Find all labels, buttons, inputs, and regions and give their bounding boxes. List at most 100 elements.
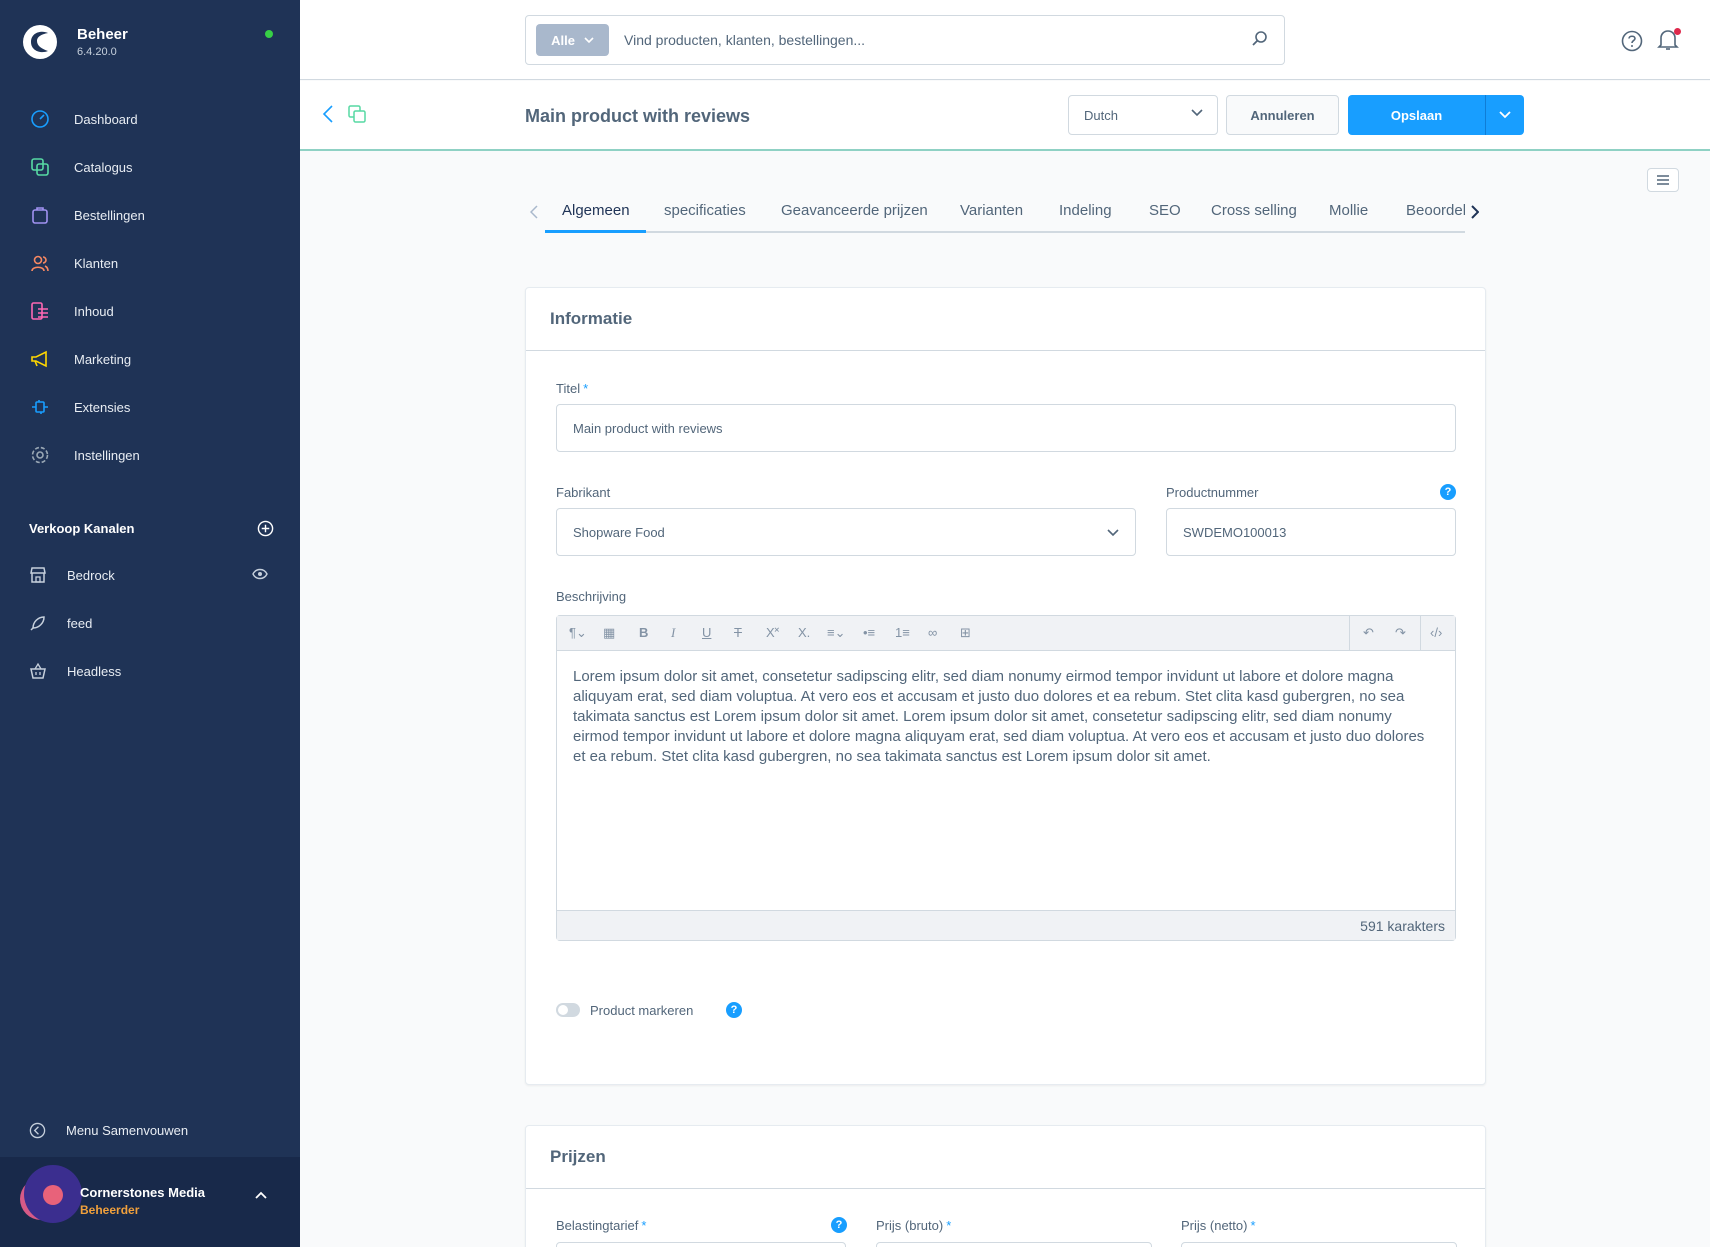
text-color-icon[interactable]: ▦ (603, 625, 615, 641)
sales-channels-list: Bedrock feed Headless (0, 551, 300, 695)
sidebar-channel-headless[interactable]: Headless (0, 647, 300, 695)
underline-icon[interactable]: U (702, 625, 711, 640)
align-icon[interactable]: ≡⌄ (827, 625, 845, 641)
numbered-list-icon[interactable]: 1≡ (895, 625, 910, 640)
sidebar-item-catalog[interactable]: Catalogus (0, 143, 300, 191)
net-price-label: Prijs (netto) * (1181, 1218, 1256, 1233)
search-type-dropdown[interactable]: Alle (536, 24, 609, 56)
brand[interactable]: Beheer 6.4.20.0 (22, 24, 128, 60)
brand-name: Beheer (77, 26, 128, 43)
brand-version: 6.4.20.0 (77, 46, 117, 58)
sidebar-item-label: Dashboard (74, 111, 138, 127)
card-title: Prijzen (550, 1147, 606, 1166)
sidebar: Beheer 6.4.20.0 Dashboard Catalogus Best… (0, 0, 300, 1247)
sidebar-channel-feed[interactable]: feed (0, 599, 300, 647)
subscript-icon[interactable]: X. (798, 625, 810, 640)
card-title: Informatie (550, 309, 633, 328)
tab-reviews[interactable]: Beoordel (1406, 202, 1465, 219)
sidebar-item-customers[interactable]: Klanten (0, 239, 300, 287)
language-select[interactable]: Dutch (1068, 95, 1218, 135)
tab-layout[interactable]: Indeling (1059, 202, 1112, 219)
link-icon[interactable]: ∞ (928, 625, 937, 640)
sidebar-item-content[interactable]: Inhoud (0, 287, 300, 335)
highlight-product-toggle[interactable] (556, 1003, 580, 1017)
duplicate-icon[interactable] (348, 105, 366, 123)
sidebar-item-dashboard[interactable]: Dashboard (0, 95, 300, 143)
strikethrough-icon[interactable]: T (734, 625, 742, 640)
net-price-input[interactable] (1181, 1242, 1457, 1247)
help-icon[interactable]: ? (1440, 484, 1456, 500)
paragraph-format-icon[interactable]: ¶⌄ (569, 625, 587, 641)
channel-label: Headless (67, 663, 122, 679)
description-text[interactable]: Lorem ipsum dolor sit amet, consetetur s… (557, 651, 1455, 909)
top-bar: Alle Vind producten, klanten, bestelling… (300, 0, 1710, 80)
search-input[interactable]: Vind producten, klanten, bestellingen... (624, 32, 865, 48)
eye-icon[interactable] (252, 568, 268, 580)
net-price-label-text: Prijs (netto) (1181, 1218, 1248, 1233)
marketing-icon (29, 348, 51, 370)
manufacturer-select[interactable]: Shopware Food (556, 508, 1136, 556)
gross-price-input[interactable] (876, 1242, 1152, 1247)
toolbar-divider (1349, 616, 1350, 651)
help-icon[interactable] (1621, 30, 1643, 52)
tab-seo[interactable]: SEO (1149, 202, 1181, 219)
superscript-icon[interactable]: X˟ (766, 625, 779, 640)
undo-icon[interactable]: ↶ (1363, 625, 1374, 641)
sales-channels-title: Verkoop Kanalen (29, 521, 135, 536)
toolbar-divider (1420, 616, 1421, 651)
catalog-icon (29, 156, 51, 178)
chevron-down-icon (584, 36, 594, 43)
sidebar-channel-bedrock[interactable]: Bedrock (0, 551, 300, 599)
product-number-input[interactable]: SWDEMO100013 (1166, 508, 1456, 556)
tab-cross-selling[interactable]: Cross selling (1211, 202, 1297, 219)
tabs-baseline (545, 231, 1465, 233)
search-icon[interactable] (1251, 30, 1269, 48)
code-view-icon[interactable]: ‹/› (1430, 625, 1442, 640)
tab-specificaties[interactable]: specificaties (664, 202, 746, 219)
user-profile[interactable]: Cornerstones Media Beheerder (0, 1157, 300, 1247)
save-button[interactable]: Opslaan (1348, 95, 1485, 135)
tab-algemeen[interactable]: Algemeen (562, 202, 630, 219)
collapse-menu-button[interactable]: Menu Samenvouwen (29, 1122, 188, 1139)
sidebar-item-label: Bestellingen (74, 207, 145, 223)
sidebar-item-extensions[interactable]: Extensies (0, 383, 300, 431)
product-number-label: Productnummer (1166, 485, 1259, 500)
orders-icon (29, 204, 51, 226)
active-tab-indicator (545, 230, 646, 233)
smart-bar-border (300, 149, 1710, 151)
title-input[interactable]: Main product with reviews (556, 404, 1456, 452)
help-icon[interactable]: ? (831, 1217, 847, 1233)
sidebar-toggle-button[interactable] (1647, 168, 1679, 192)
cancel-button[interactable]: Annuleren (1226, 95, 1339, 135)
smart-bar: Main product with reviews Dutch Annulere… (300, 81, 1710, 151)
italic-icon[interactable]: I (671, 625, 675, 641)
bold-icon[interactable]: B (639, 625, 648, 640)
sidebar-item-marketing[interactable]: Marketing (0, 335, 300, 383)
save-options-button[interactable] (1486, 95, 1524, 135)
menu-icon (1657, 175, 1669, 185)
tax-rate-select[interactable] (556, 1242, 846, 1247)
tab-variants[interactable]: Varianten (960, 202, 1023, 219)
tab-mollie[interactable]: Mollie (1329, 202, 1368, 219)
sidebar-item-orders[interactable]: Bestellingen (0, 191, 300, 239)
sidebar-item-label: Inhoud (74, 303, 114, 319)
back-arrow-icon[interactable] (322, 105, 334, 123)
global-search[interactable]: Alle Vind producten, klanten, bestelling… (525, 15, 1285, 65)
redo-icon[interactable]: ↷ (1395, 625, 1406, 641)
editor-toolbar: ¶⌄ ▦ B I U T X˟ X. ≡⌄ •≡ 1≡ ∞ ⊞ ↶ ↷ ‹/› (557, 616, 1455, 651)
tabs-scroll-right-icon[interactable] (1471, 205, 1479, 219)
table-icon[interactable]: ⊞ (960, 625, 971, 641)
sidebar-item-settings[interactable]: Instellingen (0, 431, 300, 479)
sales-channels-header: Verkoop Kanalen (29, 520, 274, 537)
gear-icon (29, 444, 51, 466)
description-editor[interactable]: ¶⌄ ▦ B I U T X˟ X. ≡⌄ •≡ 1≡ ∞ ⊞ ↶ ↷ ‹/› … (556, 615, 1456, 941)
help-icon[interactable]: ? (726, 1002, 742, 1018)
tax-rate-label-text: Belastingtarief (556, 1218, 639, 1233)
tab-advanced-prices[interactable]: Geavanceerde prijzen (781, 202, 928, 219)
bullet-list-icon[interactable]: •≡ (863, 625, 875, 640)
required-mark: * (583, 381, 589, 396)
tabs-viewport: Algemeen specificaties Geavanceerde prij… (525, 195, 1465, 233)
chevron-up-icon[interactable] (255, 1191, 267, 1199)
page-title: Main product with reviews (525, 106, 751, 126)
add-channel-icon[interactable] (257, 520, 274, 537)
